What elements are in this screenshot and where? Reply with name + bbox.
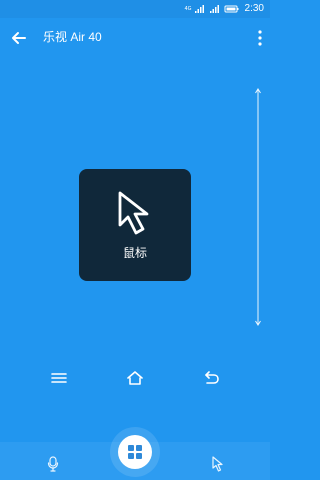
return-icon bbox=[205, 371, 219, 384]
scroll-control[interactable] bbox=[254, 87, 262, 327]
status-bar: 4G 2:30 bbox=[0, 0, 270, 18]
keypad-cell bbox=[128, 453, 134, 459]
signal-icon bbox=[194, 5, 204, 13]
more-vertical-icon bbox=[258, 30, 262, 46]
back-arrow-icon bbox=[12, 32, 26, 44]
mouse-label: 鼠标 bbox=[122, 246, 147, 260]
more-options-button[interactable] bbox=[254, 27, 266, 49]
scroll-track-icon bbox=[255, 88, 261, 326]
menu-button[interactable] bbox=[45, 364, 73, 392]
back-button[interactable] bbox=[8, 28, 30, 48]
signal-icon-secondary bbox=[209, 5, 219, 13]
voice-button[interactable] bbox=[43, 454, 63, 474]
screen: 4G 2:30 乐视 Air 40 鼠标 bbox=[0, 0, 270, 480]
cursor-icon bbox=[118, 191, 149, 235]
control-row bbox=[0, 364, 270, 392]
keypad-button[interactable] bbox=[118, 435, 152, 469]
top-app-bar: 乐视 Air 40 bbox=[0, 18, 270, 58]
menu-icon bbox=[51, 373, 67, 383]
home-icon bbox=[127, 371, 143, 385]
status-time: 2:30 bbox=[244, 3, 264, 14]
keypad-cell bbox=[136, 445, 142, 451]
keypad-cell bbox=[136, 453, 142, 459]
battery-icon bbox=[224, 5, 239, 13]
pointer-icon bbox=[212, 456, 223, 472]
mouse-mode-tile[interactable]: 鼠标 bbox=[79, 169, 191, 281]
mic-icon bbox=[47, 456, 59, 472]
return-button[interactable] bbox=[197, 364, 225, 392]
home-button[interactable] bbox=[121, 364, 149, 392]
keypad-icon bbox=[128, 445, 142, 459]
network-label: 4G bbox=[184, 6, 192, 12]
status-icons: 4G 2:30 bbox=[184, 3, 264, 15]
page-title: 乐视 Air 40 bbox=[43, 30, 102, 44]
pointer-mode-button[interactable] bbox=[208, 454, 228, 474]
keypad-cell bbox=[128, 445, 134, 451]
